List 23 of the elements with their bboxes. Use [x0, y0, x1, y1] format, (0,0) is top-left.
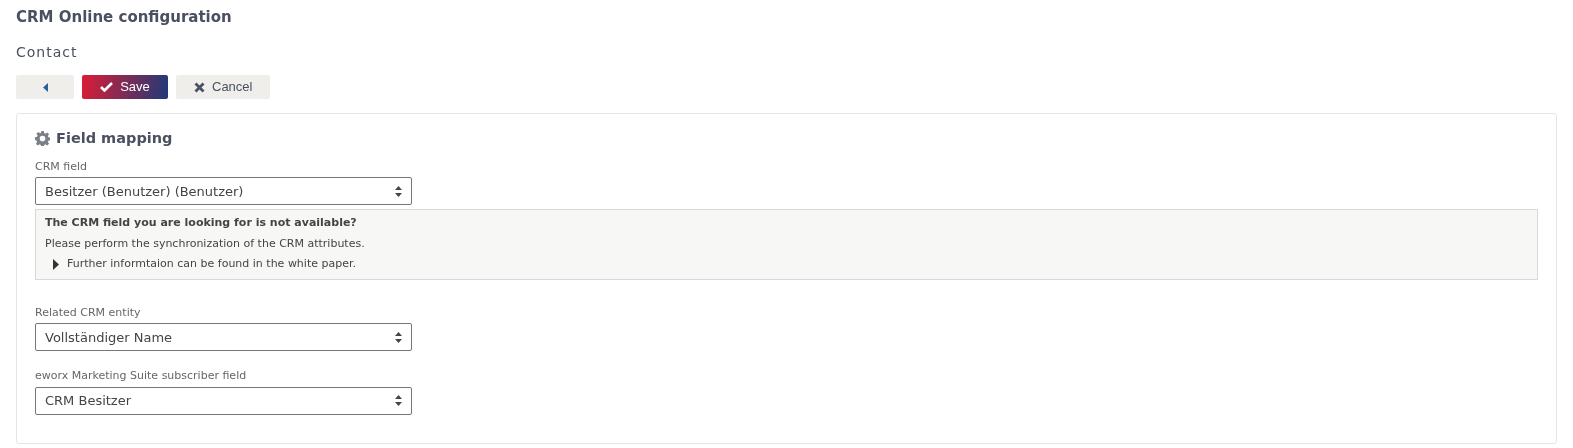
cancel-button[interactable]: Cancel	[176, 75, 271, 99]
select-field[interactable]: Vollständiger Name	[35, 323, 412, 352]
select-field[interactable]: Besitzer (Benutzer) (Benutzer)	[35, 177, 412, 206]
field-label: CRM field	[35, 158, 88, 175]
sort-icon	[395, 185, 402, 197]
check-icon	[100, 82, 114, 92]
info-link[interactable]: Further informtaion can be found in the white paper.	[67, 256, 356, 273]
info-title: The CRM field you are looking for is not available?	[45, 216, 357, 230]
close-icon	[194, 81, 205, 93]
field-label: eworx Marketing Suite subscriber field	[35, 368, 247, 385]
select-field[interactable]: CRM Besitzer	[35, 386, 412, 415]
page-title: CRM Online configuration	[16, 8, 232, 26]
save-button[interactable]: Save	[82, 75, 168, 99]
sort-icon	[395, 331, 402, 343]
info-text: Please perform the synchronization of the CRM attributes.	[45, 236, 365, 250]
page-subtitle: Contact	[16, 43, 78, 62]
sort-icon	[395, 395, 402, 407]
caret-right-icon	[53, 259, 59, 270]
field-label: Related CRM entity	[35, 304, 141, 321]
gear-icon	[35, 131, 50, 147]
back-button[interactable]	[16, 75, 74, 99]
caret-left-icon	[42, 82, 48, 92]
section-title: Field mapping	[56, 129, 173, 148]
